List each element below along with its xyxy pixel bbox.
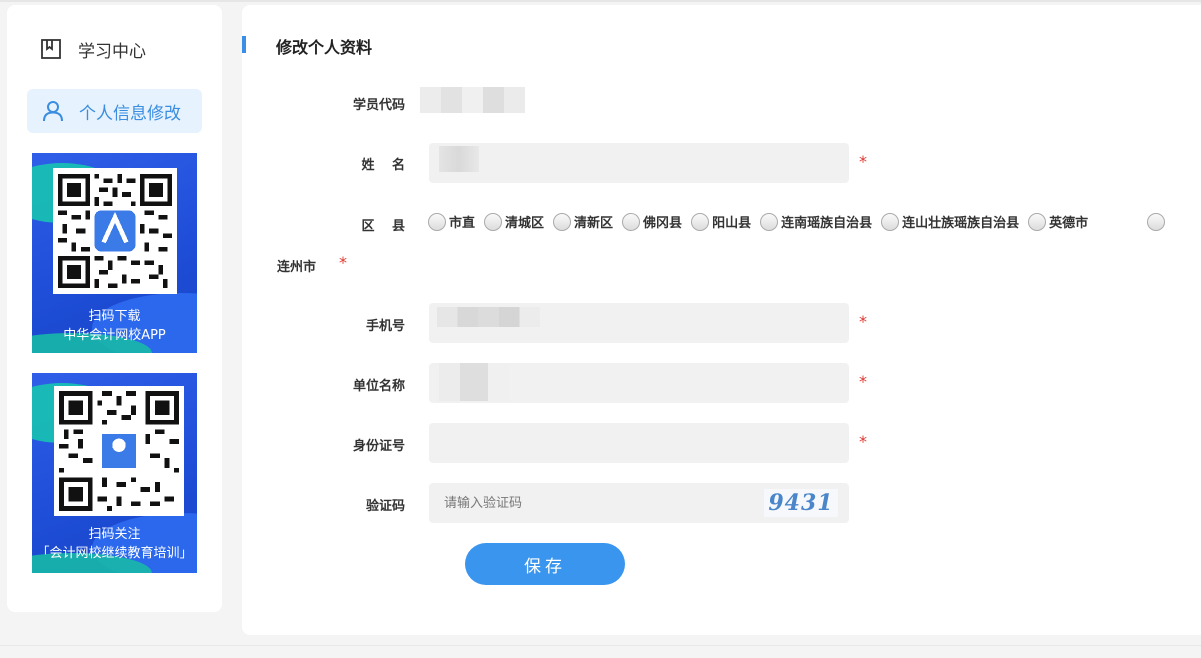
save-button[interactable]: 保存 [465,543,625,585]
required-mark: * [859,432,867,451]
radio-button[interactable] [553,212,572,231]
captcha-label: 验证码 [365,499,405,514]
sidebar-item-learning-center[interactable]: 学习中心 [40,34,146,64]
district-option-8-label: 连州市 [277,260,317,275]
required-mark: * [859,312,867,331]
promo-line1: 扫码关注 [88,527,141,542]
top-divider [0,0,1201,2]
qr-code [53,168,177,294]
district-option-8-radio[interactable] [1147,213,1165,231]
district-option-2[interactable]: 清新区 [553,212,613,231]
district-option-7[interactable]: 英德市 [1028,212,1088,231]
district-option-1[interactable]: 清城区 [484,212,544,231]
student-code-label: 学员代码 [352,98,405,113]
district-option-3[interactable]: 佛冈县 [622,212,682,231]
radio-button[interactable] [881,212,900,231]
promo-line2: 「会计网校继续教育培训」 [36,546,193,561]
district-label: 区 县 [361,219,405,234]
id-number-field[interactable] [429,423,849,463]
promo-line2: 中华会计网校APP [63,328,166,343]
bookmark-icon [41,39,61,59]
required-mark: * [859,152,867,171]
name-label: 姓 名 [361,158,405,173]
radio-button[interactable] [1028,212,1047,231]
required-mark: * [339,253,347,272]
sidebar-item-label: 个人信息修改 [79,103,181,124]
id-number-label: 身份证号 [352,439,405,454]
app-download-banner: 扫码下载 中华会计网校APP [32,153,197,353]
radio-button[interactable] [760,212,779,231]
profile-form-panel: 修改个人资料 学员代码 姓 名 * 区 县 市直 清城区 清新区 佛冈县 阳山县… [242,5,1201,635]
company-field[interactable] [429,363,849,403]
district-radio-group: 市直 清城区 清新区 佛冈县 阳山县 连南瑶族自治县 连山壮族瑶族自治县 英德市 [428,212,1097,231]
name-field[interactable] [429,143,849,183]
bottom-divider [0,645,1201,646]
district-option-4[interactable]: 阳山县 [691,212,751,231]
radio-button[interactable] [622,212,641,231]
required-mark: * [859,372,867,391]
radio-button[interactable] [691,212,710,231]
student-code-value-masked [420,87,525,113]
phone-label: 手机号 [365,319,405,334]
sidebar-item-label: 学习中心 [78,41,146,62]
company-label: 单位名称 [352,379,405,394]
promo-line1: 扫码下载 [88,309,141,324]
radio-button[interactable] [428,212,446,231]
sidebar-item-profile-edit[interactable]: 个人信息修改 [27,89,202,133]
radio-button[interactable] [484,212,503,231]
user-icon [43,101,63,122]
title-accent-bar [242,36,246,53]
wechat-follow-banner: 扫码关注 「会计网校继续教育培训」 [32,373,197,573]
page-title: 修改个人资料 [276,38,373,57]
qr-code [54,386,184,516]
district-option-0[interactable]: 市直 [428,212,475,231]
captcha-image[interactable]: 9431 [764,489,838,517]
district-option-5[interactable]: 连南瑶族自治县 [760,212,872,231]
district-option-6[interactable]: 连山壮族瑶族自治县 [881,212,1019,231]
phone-field[interactable] [429,303,849,343]
sidebar: 学习中心 个人信息修改 扫码下载 中华会计网校APP 扫码关注 「会计网校继续教… [7,5,222,612]
